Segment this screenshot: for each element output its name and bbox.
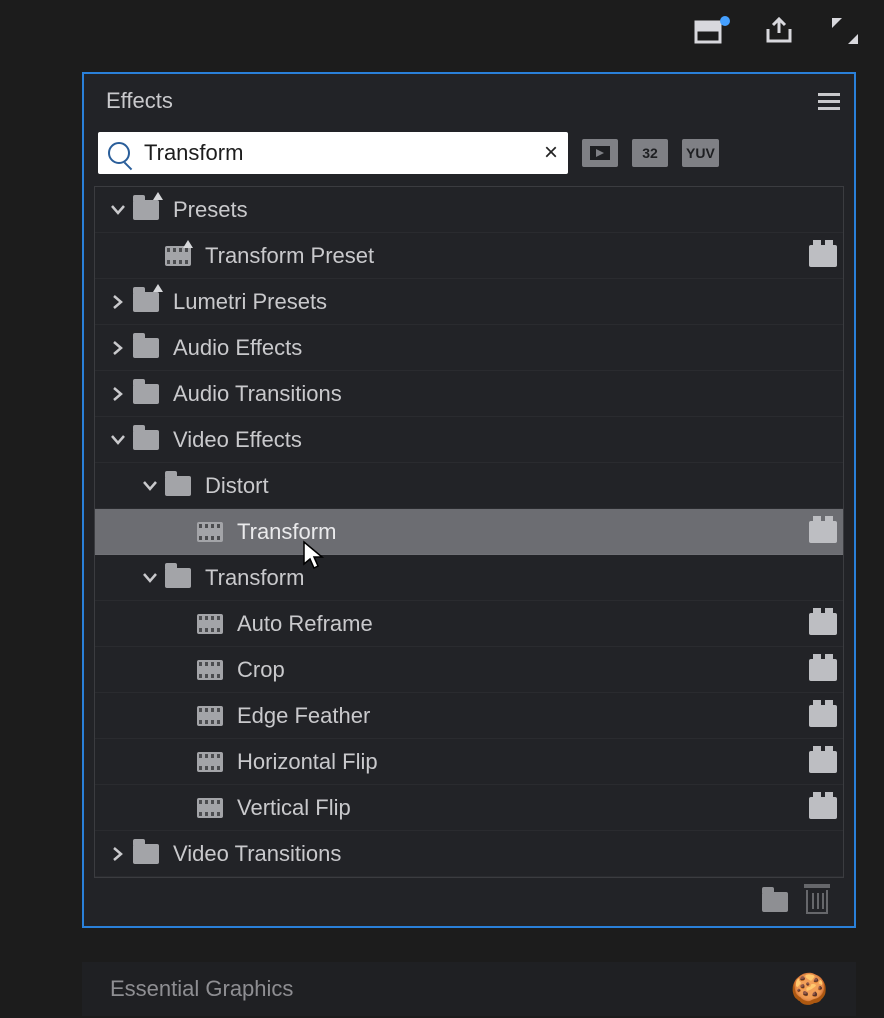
delete-button[interactable] [806, 890, 828, 914]
preset-icon [197, 798, 223, 818]
preset-icon [197, 706, 223, 726]
tree-row[interactable]: Audio Transitions [95, 371, 843, 417]
tree-row-label: Presets [173, 197, 843, 223]
folder-icon [165, 476, 191, 496]
accelerated-badge-icon [809, 613, 837, 635]
preset-icon [197, 522, 223, 542]
tree-row[interactable]: Video Transitions [95, 831, 843, 877]
preset-icon [197, 614, 223, 634]
folder-icon [133, 430, 159, 450]
accelerated-badge-icon [809, 521, 837, 543]
tree-row[interactable]: Video Effects [95, 417, 843, 463]
yuv-filter-button[interactable]: YUV [682, 139, 719, 167]
clear-search-button[interactable]: × [544, 139, 558, 167]
tree-row[interactable]: Edge Feather [95, 693, 843, 739]
tree-row-label: Distort [205, 473, 843, 499]
sync-icon[interactable] [694, 18, 726, 44]
tree-row-label: Lumetri Presets [173, 289, 843, 315]
tree-row[interactable]: Auto Reframe [95, 601, 843, 647]
tree-row-label: Edge Feather [237, 703, 809, 729]
32bit-filter-button[interactable]: 32 [632, 139, 668, 167]
accelerated-badge-icon [809, 797, 837, 819]
maximize-icon[interactable] [832, 18, 858, 44]
folder-icon [133, 384, 159, 404]
accelerated-filter-button[interactable] [582, 139, 618, 167]
cookie-icon: 🍪 [791, 972, 828, 1007]
preset-icon [197, 752, 223, 772]
search-icon [108, 142, 130, 164]
tree-row-label: Audio Transitions [173, 381, 843, 407]
tree-row-label: Transform [205, 565, 843, 591]
tree-row-label: Audio Effects [173, 335, 843, 361]
accelerated-badge-icon [809, 659, 837, 681]
accelerated-badge-icon [809, 245, 837, 267]
essential-graphics-title: Essential Graphics [110, 976, 293, 1002]
tree-row-label: Video Transitions [173, 841, 843, 867]
tree-row[interactable]: Lumetri Presets [95, 279, 843, 325]
chevron-right-icon[interactable] [109, 385, 127, 403]
tree-row[interactable]: Audio Effects [95, 325, 843, 371]
tree-row-label: Transform [237, 519, 809, 545]
tree-row-label: Auto Reframe [237, 611, 809, 637]
tree-row[interactable]: Distort [95, 463, 843, 509]
search-box[interactable]: × [98, 132, 568, 174]
new-bin-button[interactable] [762, 892, 788, 912]
tree-row[interactable]: Transform [95, 509, 843, 555]
chevron-right-icon[interactable] [109, 339, 127, 357]
tree-row[interactable]: Vertical Flip [95, 785, 843, 831]
tree-row-label: Vertical Flip [237, 795, 809, 821]
accelerated-badge-icon [809, 705, 837, 727]
chevron-down-icon[interactable] [141, 477, 159, 495]
tree-row-label: Horizontal Flip [237, 749, 809, 775]
preset-icon [197, 660, 223, 680]
panel-menu-button[interactable] [818, 93, 840, 110]
share-icon[interactable] [764, 17, 794, 45]
chevron-right-icon[interactable] [109, 845, 127, 863]
preset-icon [165, 246, 191, 266]
folder-icon [133, 292, 159, 312]
effects-panel: Effects × 32 YUV Presets Transform Preset… [82, 72, 856, 928]
tree-row-label: Crop [237, 657, 809, 683]
tree-row[interactable]: Transform Preset [95, 233, 843, 279]
chevron-down-icon[interactable] [141, 569, 159, 587]
folder-icon [133, 338, 159, 358]
tree-row-label: Transform Preset [205, 243, 809, 269]
accelerated-badge-icon [809, 751, 837, 773]
search-input[interactable] [142, 139, 544, 167]
folder-icon [133, 200, 159, 220]
folder-icon [133, 844, 159, 864]
notification-dot [720, 16, 730, 26]
chevron-down-icon[interactable] [109, 431, 127, 449]
folder-icon [165, 568, 191, 588]
chevron-right-icon[interactable] [109, 293, 127, 311]
tree-row[interactable]: Horizontal Flip [95, 739, 843, 785]
tree-row-label: Video Effects [173, 427, 843, 453]
effects-tree: Presets Transform Preset Lumetri Presets Au… [94, 186, 844, 878]
tree-row[interactable]: Presets [95, 187, 843, 233]
chevron-down-icon[interactable] [109, 201, 127, 219]
tree-row[interactable]: Crop [95, 647, 843, 693]
panel-title: Effects [106, 88, 173, 114]
essential-graphics-panel-header[interactable]: Essential Graphics 🍪 [82, 962, 856, 1016]
tree-row[interactable]: Transform [95, 555, 843, 601]
